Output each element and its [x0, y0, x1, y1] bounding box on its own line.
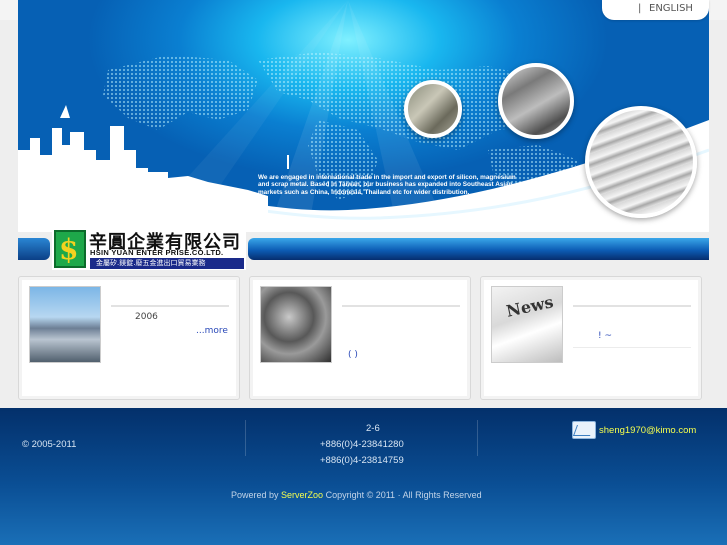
news-box: News ! ~: [480, 276, 702, 400]
heading-line: [342, 305, 460, 307]
heading-line: [111, 305, 229, 307]
logo-mark-icon: $: [54, 230, 86, 268]
email-link[interactable]: sheng1970@kimo.com: [599, 425, 696, 436]
language-tab: | ENGLISH: [602, 0, 709, 20]
news-divider: [573, 347, 691, 348]
serverzoo-link[interactable]: ServerZoo: [281, 490, 323, 500]
footer-divider: [245, 420, 246, 456]
more-link[interactable]: ...more: [196, 326, 228, 336]
circle-photo-metal: [498, 63, 574, 139]
footer-fax: +886(0)4-23814759: [320, 455, 404, 466]
email-icon: [572, 421, 596, 439]
footer-divider: [477, 420, 478, 456]
circle-photo-silicon: [404, 80, 462, 138]
footer-address: 2-6: [366, 423, 380, 434]
building-photo: [29, 286, 101, 363]
nav-bar-right: [248, 238, 709, 260]
heading-line: [573, 305, 691, 307]
company-subtitle: 金屬矽.鎂錠.廢五金進出口貿易業務: [90, 258, 244, 269]
products-box: ( ): [249, 276, 471, 400]
footer: © 2005-2011 2-6 +886(0)4-23841280 +886(0…: [0, 408, 727, 545]
powered-by: Powered by ServerZoo Copyright © 2011 · …: [231, 490, 482, 500]
language-separator: |: [638, 3, 642, 14]
about-year: 2006: [135, 312, 158, 322]
hero-banner: We are engaged in international trade in…: [18, 0, 709, 232]
company-name-english: HSIN YUAN ENTER PRISE.CO.LTD.: [90, 248, 224, 257]
banner-cursor-mark: [287, 155, 289, 169]
footer-copyright: © 2005-2011: [22, 439, 77, 450]
product-photo: [260, 286, 332, 363]
footer-phone: +886(0)4-23841280: [320, 439, 404, 450]
page: We are engaged in international trade in…: [0, 0, 727, 545]
news-item[interactable]: ! ~: [598, 331, 612, 341]
banner-intro-text: We are engaged in international trade in…: [258, 174, 516, 196]
english-link[interactable]: ENGLISH: [649, 3, 693, 14]
company-logo[interactable]: $ 辛圓企業有限公司 HSIN YUAN ENTER PRISE.CO.LTD.…: [52, 228, 246, 270]
about-box: 2006 ...more: [18, 276, 240, 400]
news-photo: News: [491, 286, 563, 363]
products-text[interactable]: ( ): [348, 350, 358, 360]
circle-photo-ingots: [585, 106, 697, 218]
nav-bar-left: [18, 238, 50, 260]
news-photo-label: News: [504, 292, 556, 321]
